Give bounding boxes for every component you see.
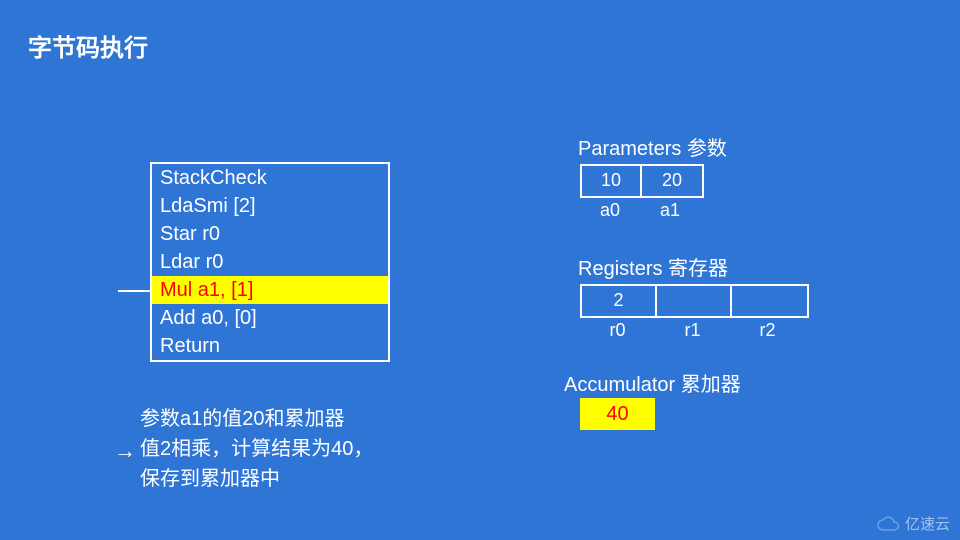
explanation-note: 参数a1的值20和累加器 值2相乘，计算结果为40， 保存到累加器中 [140, 404, 373, 494]
registers-label: Registers 寄存器 [578, 252, 728, 281]
registers-cells: 2 [580, 284, 809, 318]
register-name: r0 [580, 320, 655, 341]
arrow-right-icon: → [114, 438, 136, 464]
register-cell [657, 286, 732, 316]
register-name: r1 [655, 320, 730, 341]
bytecode-line: LdaSmi [2] [152, 192, 388, 220]
param-name: a1 [640, 200, 700, 221]
param-cell: 10 [582, 166, 642, 196]
bytecode-list: StackCheck LdaSmi [2] Star r0 Ldar r0 Mu… [150, 162, 390, 362]
bytecode-line: Star r0 [152, 220, 388, 248]
accumulator-label: Accumulator 累加器 [564, 368, 741, 397]
page-title: 字节码执行 [28, 28, 148, 63]
watermark: 亿速云 [877, 513, 950, 534]
parameters-cells: 10 20 [580, 164, 704, 198]
bytecode-line: Ldar r0 [152, 248, 388, 276]
note-line: 保存到累加器中 [140, 464, 373, 494]
cloud-icon [877, 516, 901, 532]
note-line: 参数a1的值20和累加器 [140, 404, 373, 434]
bytecode-line: StackCheck [152, 164, 388, 192]
register-cell: 2 [582, 286, 657, 316]
param-name: a0 [580, 200, 640, 221]
note-line: 值2相乘，计算结果为40， [140, 434, 373, 464]
bytecode-line: Add a0, [0] [152, 304, 388, 332]
instruction-pointer-line [118, 290, 150, 292]
register-cell [732, 286, 807, 316]
watermark-text: 亿速云 [905, 513, 950, 534]
parameters-names: a0 a1 [580, 200, 700, 221]
param-cell: 20 [642, 166, 702, 196]
bytecode-line-current: Mul a1, [1] [152, 276, 388, 304]
accumulator-value: 40 [580, 398, 655, 430]
register-name: r2 [730, 320, 805, 341]
bytecode-line: Return [152, 332, 388, 360]
parameters-label: Parameters 参数 [578, 132, 727, 161]
registers-names: r0 r1 r2 [580, 320, 805, 341]
